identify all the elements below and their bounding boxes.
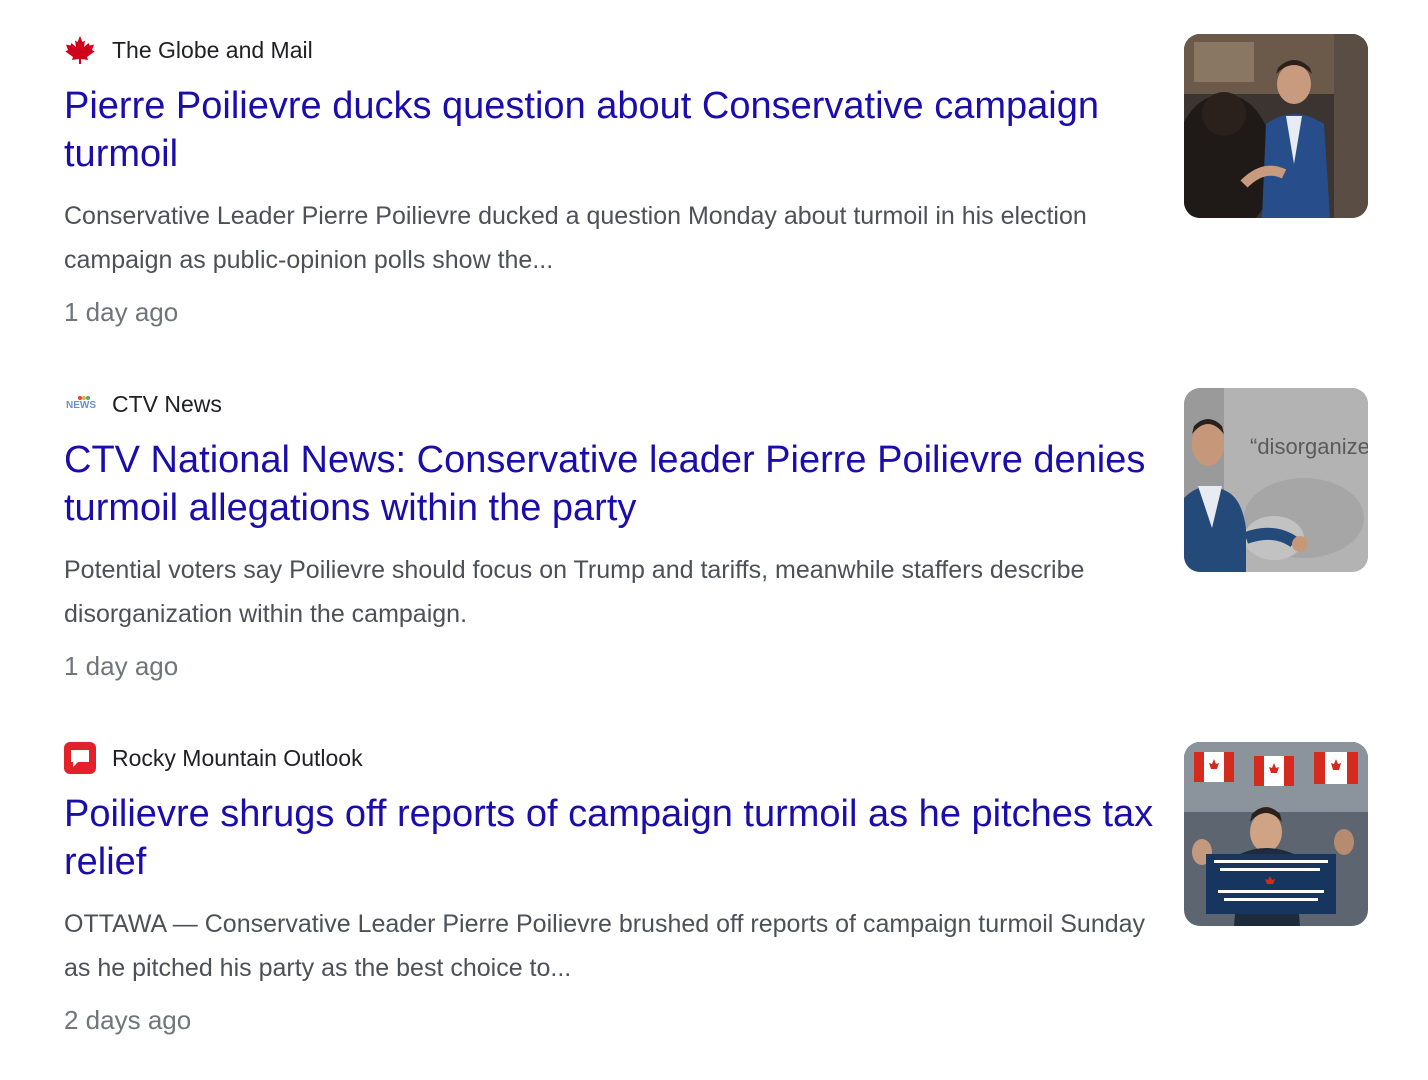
- published-time: 1 day ago: [64, 651, 179, 681]
- headline[interactable]: Pierre Poilievre ducks question about Co…: [64, 82, 1160, 178]
- thumbnail-image[interactable]: [1184, 742, 1368, 926]
- news-result-card: The Globe and Mail Pierre Poilievre duck…: [0, 0, 1428, 340]
- snippet: Potential voters say Poilievre should fo…: [64, 556, 1085, 628]
- news-result-link[interactable]: Rocky Mountain Outlook Poilievre shrugs …: [0, 708, 1428, 1035]
- news-result-link[interactable]: NEWS CTV News CTV National News: Conserv…: [0, 354, 1428, 681]
- headline[interactable]: CTV National News: Conservative leader P…: [64, 436, 1160, 532]
- speech-bubble-icon: [64, 742, 96, 774]
- ctv-news-logo-icon: NEWS: [64, 388, 96, 420]
- news-result-link[interactable]: The Globe and Mail Pierre Poilievre duck…: [0, 0, 1428, 327]
- source-name: The Globe and Mail: [112, 37, 313, 63]
- headline[interactable]: Poilievre shrugs off reports of campaign…: [64, 790, 1160, 886]
- news-result-card: NEWS CTV News CTV National News: Conserv…: [0, 354, 1428, 694]
- thumbnail-caption: “disorganize: [1250, 434, 1368, 459]
- source-name: CTV News: [112, 391, 222, 417]
- thumbnail-image[interactable]: “disorganize: [1184, 388, 1368, 572]
- snippet: OTTAWA — Conservative Leader Pierre Poil…: [64, 910, 1146, 982]
- news-results-list: The Globe and Mail Pierre Poilievre duck…: [0, 0, 1428, 1080]
- published-time: 1 day ago: [64, 297, 179, 327]
- source-row: NEWS CTV News: [64, 388, 222, 420]
- svg-text:NEWS: NEWS: [66, 400, 96, 411]
- source-name: Rocky Mountain Outlook: [112, 745, 363, 771]
- source-row: The Globe and Mail: [64, 34, 313, 66]
- source-row: Rocky Mountain Outlook: [64, 742, 363, 774]
- news-result-card: Rocky Mountain Outlook Poilievre shrugs …: [0, 708, 1428, 1048]
- published-time: 2 days ago: [64, 1005, 192, 1035]
- snippet: Conservative Leader Pierre Poilievre duc…: [64, 202, 1087, 274]
- maple-leaf-icon: [64, 34, 96, 66]
- thumbnail-image[interactable]: [1184, 34, 1368, 218]
